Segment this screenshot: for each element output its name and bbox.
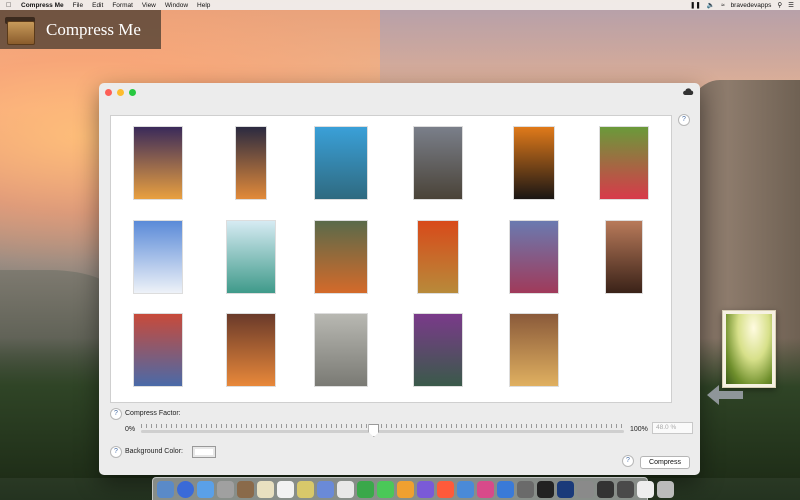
thumbnail-snow-beach[interactable] (133, 220, 183, 294)
dock-app-icon[interactable] (297, 480, 314, 498)
menu-extras: ❚❚ 🔈 ≈ bravedevapps ⚲ ☰ (690, 1, 794, 10)
wifi-icon[interactable]: ≈ (721, 2, 725, 9)
dock-app-icon[interactable] (377, 480, 394, 498)
thumbnail-antelope-cave[interactable] (226, 313, 276, 387)
dock-app-icon[interactable] (457, 480, 474, 498)
dock-app-icon[interactable] (317, 480, 334, 498)
dock-app-icon[interactable] (197, 480, 214, 498)
dock-app-icon[interactable] (157, 480, 174, 498)
menu-window[interactable]: Window (165, 2, 188, 9)
dock-app-icon[interactable] (337, 480, 354, 498)
apple-icon[interactable]:  (6, 2, 13, 9)
thumbnail-waterfall[interactable] (314, 220, 368, 294)
menu-user[interactable]: bravedevapps (731, 2, 772, 9)
slider-ticks (141, 424, 624, 428)
menu-bar:  Compress Me File Edit Format View Wind… (0, 0, 800, 10)
thumbnail-canyon[interactable] (605, 220, 643, 294)
dock-app-icon[interactable] (477, 480, 494, 498)
thumbnail-moon-field[interactable] (413, 126, 463, 200)
thumbnail-pebbles[interactable] (314, 313, 368, 387)
dock-app-icon[interactable] (257, 480, 274, 498)
menu-edit[interactable]: Edit (92, 2, 103, 9)
compress-help-button[interactable]: ? (622, 455, 634, 467)
menu-format[interactable]: Format (112, 2, 133, 9)
dock (152, 477, 674, 500)
dock-app-icon[interactable] (437, 480, 454, 498)
dock-app-icon[interactable] (397, 480, 414, 498)
slider-max-label: 100% (630, 426, 648, 433)
dock-app-icon[interactable] (557, 480, 574, 498)
menu-file[interactable]: File (73, 2, 83, 9)
dock-app-icon[interactable] (277, 480, 294, 498)
compress-factor-slider[interactable] (141, 430, 624, 433)
dock-app-icon[interactable] (537, 480, 554, 498)
thumbnail-colorful-stones[interactable] (509, 220, 559, 294)
image-grid[interactable] (110, 115, 672, 403)
dock-app-icon[interactable] (217, 480, 234, 498)
compress-factor-help-button[interactable]: ? (110, 408, 122, 420)
thumbnail-fuji[interactable] (133, 313, 183, 387)
menu-app-name[interactable]: Compress Me (21, 2, 64, 9)
dock-app-icon[interactable] (177, 480, 194, 498)
menu-view[interactable]: View (142, 2, 156, 9)
thumbnail-tulips[interactable] (599, 126, 649, 200)
dock-app-icon[interactable] (357, 480, 374, 498)
dock-app-icon[interactable] (237, 480, 254, 498)
background-color-well[interactable] (192, 446, 216, 458)
zoom-button[interactable] (129, 89, 136, 96)
menu-help[interactable]: Help (197, 2, 210, 9)
preview-image (726, 314, 772, 384)
thumbnail-orange-moon[interactable] (513, 126, 555, 200)
box-logo-icon (5, 15, 35, 45)
app-window: ? (99, 83, 700, 475)
thumbnail-lotus-pond[interactable] (413, 313, 463, 387)
compress-factor-field[interactable]: 48.0 % (652, 422, 693, 434)
pause-icon[interactable]: ❚❚ (690, 1, 701, 9)
thumbnail-slot-canyon[interactable] (509, 313, 559, 387)
dock-app-icon[interactable] (637, 480, 654, 498)
dock-app-icon[interactable] (597, 480, 614, 498)
close-button[interactable] (105, 89, 112, 96)
dock-app-icon[interactable] (617, 480, 634, 498)
dock-app-icon[interactable] (577, 480, 594, 498)
grid-help-button[interactable]: ? (678, 114, 690, 126)
banner-title: Compress Me (46, 19, 141, 39)
background-color-help-button[interactable]: ? (110, 446, 122, 458)
arrow-left-icon (707, 385, 743, 405)
compress-factor-label: Compress Factor: (125, 410, 181, 417)
dock-app-icon[interactable] (657, 480, 674, 498)
dock-app-icon[interactable] (497, 480, 514, 498)
thumbnail-sea-sunset[interactable] (235, 126, 267, 200)
window-controls (105, 89, 136, 96)
cloud-icon[interactable] (682, 87, 694, 96)
dock-app-icon[interactable] (517, 480, 534, 498)
volume-icon[interactable]: 🔈 (707, 1, 715, 9)
thumbnail-savanna-sunset[interactable] (417, 220, 459, 294)
list-icon[interactable]: ☰ (788, 1, 794, 9)
thumbnail-lagoon[interactable] (226, 220, 276, 294)
thumbnail-reef[interactable] (314, 126, 368, 200)
app-banner: Compress Me (0, 10, 161, 49)
search-icon[interactable]: ⚲ (777, 1, 782, 9)
dock-app-icon[interactable] (417, 480, 434, 498)
background-color-label: Background Color: (125, 448, 183, 455)
compress-button[interactable]: Compress (640, 456, 690, 469)
thumbnail-palm-sunset[interactable] (133, 126, 183, 200)
output-preview[interactable] (722, 310, 776, 388)
slider-min-label: 0% (125, 426, 136, 433)
minimize-button[interactable] (117, 89, 124, 96)
